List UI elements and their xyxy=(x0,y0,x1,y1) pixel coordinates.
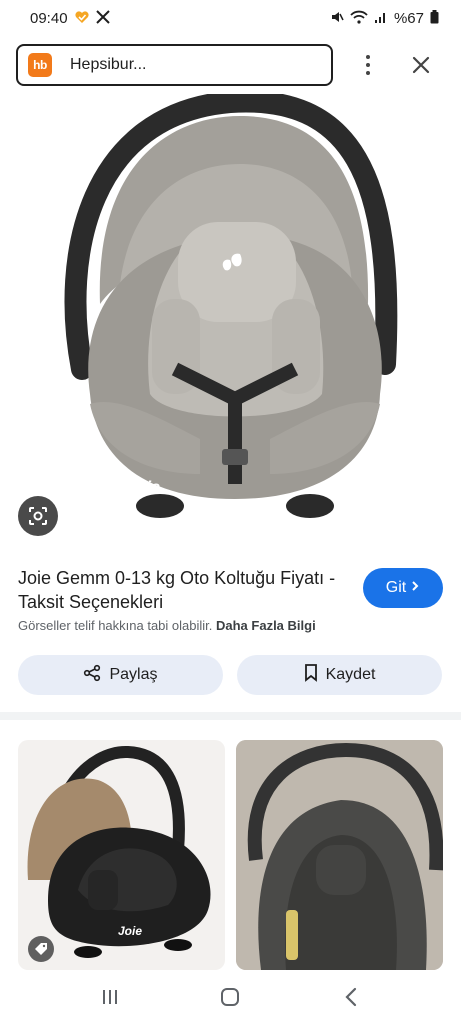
thumb-brand-label: Joie xyxy=(118,924,143,938)
more-info-link[interactable]: Daha Fazla Bilgi xyxy=(216,618,316,633)
top-bar: hb Hepsibur... xyxy=(0,38,461,94)
copyright-notice: Görseller telif hakkına tabi olabilir. D… xyxy=(18,618,316,633)
screen: 09:40 %67 hb Hepsibur... Joie Joie Gemm … xyxy=(0,0,461,1024)
tag-icon[interactable] xyxy=(28,936,54,962)
status-left: 09:40 xyxy=(30,10,110,27)
gray-car-seat-illustration xyxy=(236,740,443,970)
back-icon[interactable] xyxy=(331,977,371,1017)
car-seat-illustration xyxy=(64,90,398,518)
copyright-text: Görseller telif hakkına tabi olabilir. xyxy=(18,618,213,633)
status-bar: 09:40 %67 xyxy=(0,0,461,36)
status-right: %67 xyxy=(330,10,439,27)
signal-icon xyxy=(374,10,388,26)
site-logo: hb xyxy=(28,53,52,77)
share-button[interactable]: Paylaş xyxy=(18,655,223,695)
share-icon xyxy=(83,664,101,687)
result-title[interactable]: Joie Gemm 0-13 kg Oto Koltuğu Fiyatı - T… xyxy=(18,566,348,614)
url-box[interactable]: hb Hepsibur... xyxy=(16,44,333,86)
save-button[interactable]: Kaydet xyxy=(237,655,442,695)
wifi-icon xyxy=(350,10,368,26)
recents-icon[interactable] xyxy=(90,977,130,1017)
check-heart-icon xyxy=(74,10,90,26)
chevron-right-icon xyxy=(410,579,420,597)
lens-icon[interactable] xyxy=(18,496,58,536)
home-icon[interactable] xyxy=(210,977,250,1017)
go-button[interactable]: Git xyxy=(363,568,443,608)
related-image-2[interactable] xyxy=(236,740,443,970)
product-image[interactable]: Joie xyxy=(0,90,461,550)
go-button-label: Git xyxy=(385,579,407,596)
brand-label: Joie xyxy=(128,479,161,496)
more-vertical-icon[interactable] xyxy=(354,48,382,82)
status-time: 09:40 xyxy=(30,9,68,27)
x-app-icon xyxy=(95,10,110,26)
share-label: Paylaş xyxy=(109,666,158,683)
system-nav-bar xyxy=(0,970,461,1024)
battery-icon xyxy=(430,10,439,26)
site-name: Hepsibur... xyxy=(70,56,147,73)
save-label: Kaydet xyxy=(325,666,376,683)
battery-text: %67 xyxy=(393,9,424,27)
mute-icon xyxy=(330,10,344,26)
section-divider xyxy=(0,712,461,720)
close-icon[interactable] xyxy=(404,48,438,82)
bookmark-icon xyxy=(304,663,318,687)
related-image-1[interactable]: Joie xyxy=(18,740,225,970)
